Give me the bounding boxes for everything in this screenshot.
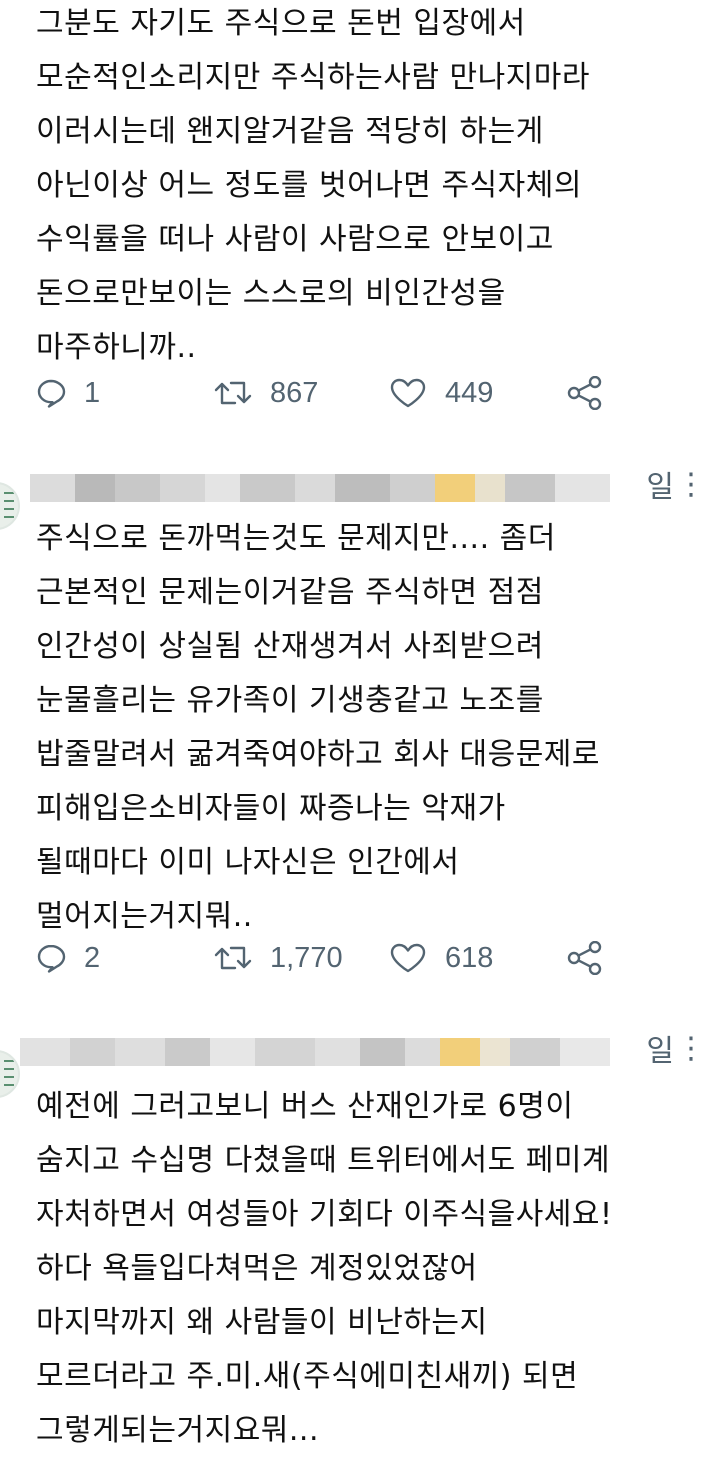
tweet-2-text: 주식으로 돈까먹는것도 문제지만.... 좀더 근본적인 문제는이거같음 주식하… <box>36 512 600 944</box>
more-options-icon[interactable]: ⋮ <box>676 1022 706 1076</box>
tweet-3-header: 일 ⋮ <box>0 1020 720 1098</box>
tweet-line: 그분도 자기도 주식으로 돈번 입장에서 <box>36 6 526 41</box>
tweet-date: 일 <box>646 470 674 505</box>
tweet-line: 모르더라고 주.미.새(주식에미친새끼) 되면 <box>36 1359 579 1394</box>
tweet-line: 근본적인 문제는이거같음 주식하면 점점 <box>36 575 544 610</box>
tweet-line: 그렇게되는거지요뭐... <box>36 1413 320 1448</box>
tweet-line: 될때마다 이미 나자신은 인간에서 <box>36 845 460 880</box>
reply-icon <box>36 378 66 408</box>
retweet-count: 867 <box>270 376 319 409</box>
tweet-line: 자처하면서 여성들아 기회다 이주식을사세요! <box>36 1197 613 1232</box>
tweet-2-actions: 2 1,770 618 <box>36 930 616 986</box>
tweet-line: 아닌이상 어느 정도를 벗어나면 주식자체의 <box>36 168 582 203</box>
tweet-line: 눈물흘리는 유가족이 기생충같고 노조를 <box>36 683 544 718</box>
tweet-line: 밥줄말려서 굶겨죽여야하고 회사 대응문제로 <box>36 737 601 772</box>
more-options-icon[interactable]: ⋮ <box>676 458 706 512</box>
share-button[interactable] <box>566 365 604 421</box>
tweet-date: 일 <box>646 1034 674 1069</box>
reply-button[interactable]: 2 <box>36 930 100 986</box>
tweet-line: 수익률을 떠나 사람이 사람으로 안보이고 <box>36 222 554 257</box>
avatar[interactable] <box>0 482 20 530</box>
like-button[interactable]: 449 <box>389 365 493 421</box>
reply-button[interactable]: 1 <box>36 365 100 421</box>
tweet-line: 이러시는데 왠지알거같음 적당히 하는게 <box>36 114 544 149</box>
tweet-1-text: 그분도 자기도 주식으로 돈번 입장에서 모순적인소리지만 주식하는사람 만나지… <box>36 0 590 375</box>
reply-icon <box>36 943 66 973</box>
tweet-line: 돈으로만보이는 스스로의 비인간성을 <box>36 276 506 311</box>
reply-count: 1 <box>84 376 101 409</box>
share-icon <box>566 941 604 975</box>
tweet-1-actions: 1 867 449 <box>36 365 616 421</box>
share-button[interactable] <box>566 930 604 986</box>
avatar[interactable] <box>0 1050 20 1098</box>
tweet-3-text: 예전에 그러고보니 버스 산재인가로 6명이 숨지고 수십명 다쳤을때 트위터에… <box>36 1080 613 1458</box>
like-button[interactable]: 618 <box>389 930 493 986</box>
tweet-line: 예전에 그러고보니 버스 산재인가로 6명이 <box>36 1089 574 1124</box>
tweet-line: 모순적인소리지만 주식하는사람 만나지마라 <box>36 60 590 95</box>
like-count: 449 <box>445 376 494 409</box>
retweet-count: 1,770 <box>270 941 343 974</box>
like-count: 618 <box>445 941 494 974</box>
heart-icon <box>389 377 427 409</box>
tweet-line: 마지막까지 왜 사람들이 비난하는지 <box>36 1305 488 1340</box>
reply-count: 2 <box>84 941 101 974</box>
tweet-line: 하다 욕들입다쳐먹은 계정있었잖어 <box>36 1251 478 1286</box>
tweet-line: 숨지고 수십명 다쳤을때 트위터에서도 페미계 <box>36 1143 611 1178</box>
share-icon <box>566 376 604 410</box>
retweet-button[interactable]: 1,770 <box>214 930 343 986</box>
tweet-line: 피해입은소비자들이 짜증나는 악재가 <box>36 791 506 826</box>
retweet-button[interactable]: 867 <box>214 365 318 421</box>
heart-icon <box>389 942 427 974</box>
tweet-line: 인간성이 상실됨 산재생겨서 사죄받으려 <box>36 629 544 664</box>
tweet-line: 주식으로 돈까먹는것도 문제지만.... 좀더 <box>36 521 556 556</box>
retweet-icon <box>214 378 252 408</box>
retweet-icon <box>214 943 252 973</box>
tweet-2-header: 일 ⋮ <box>0 456 720 530</box>
